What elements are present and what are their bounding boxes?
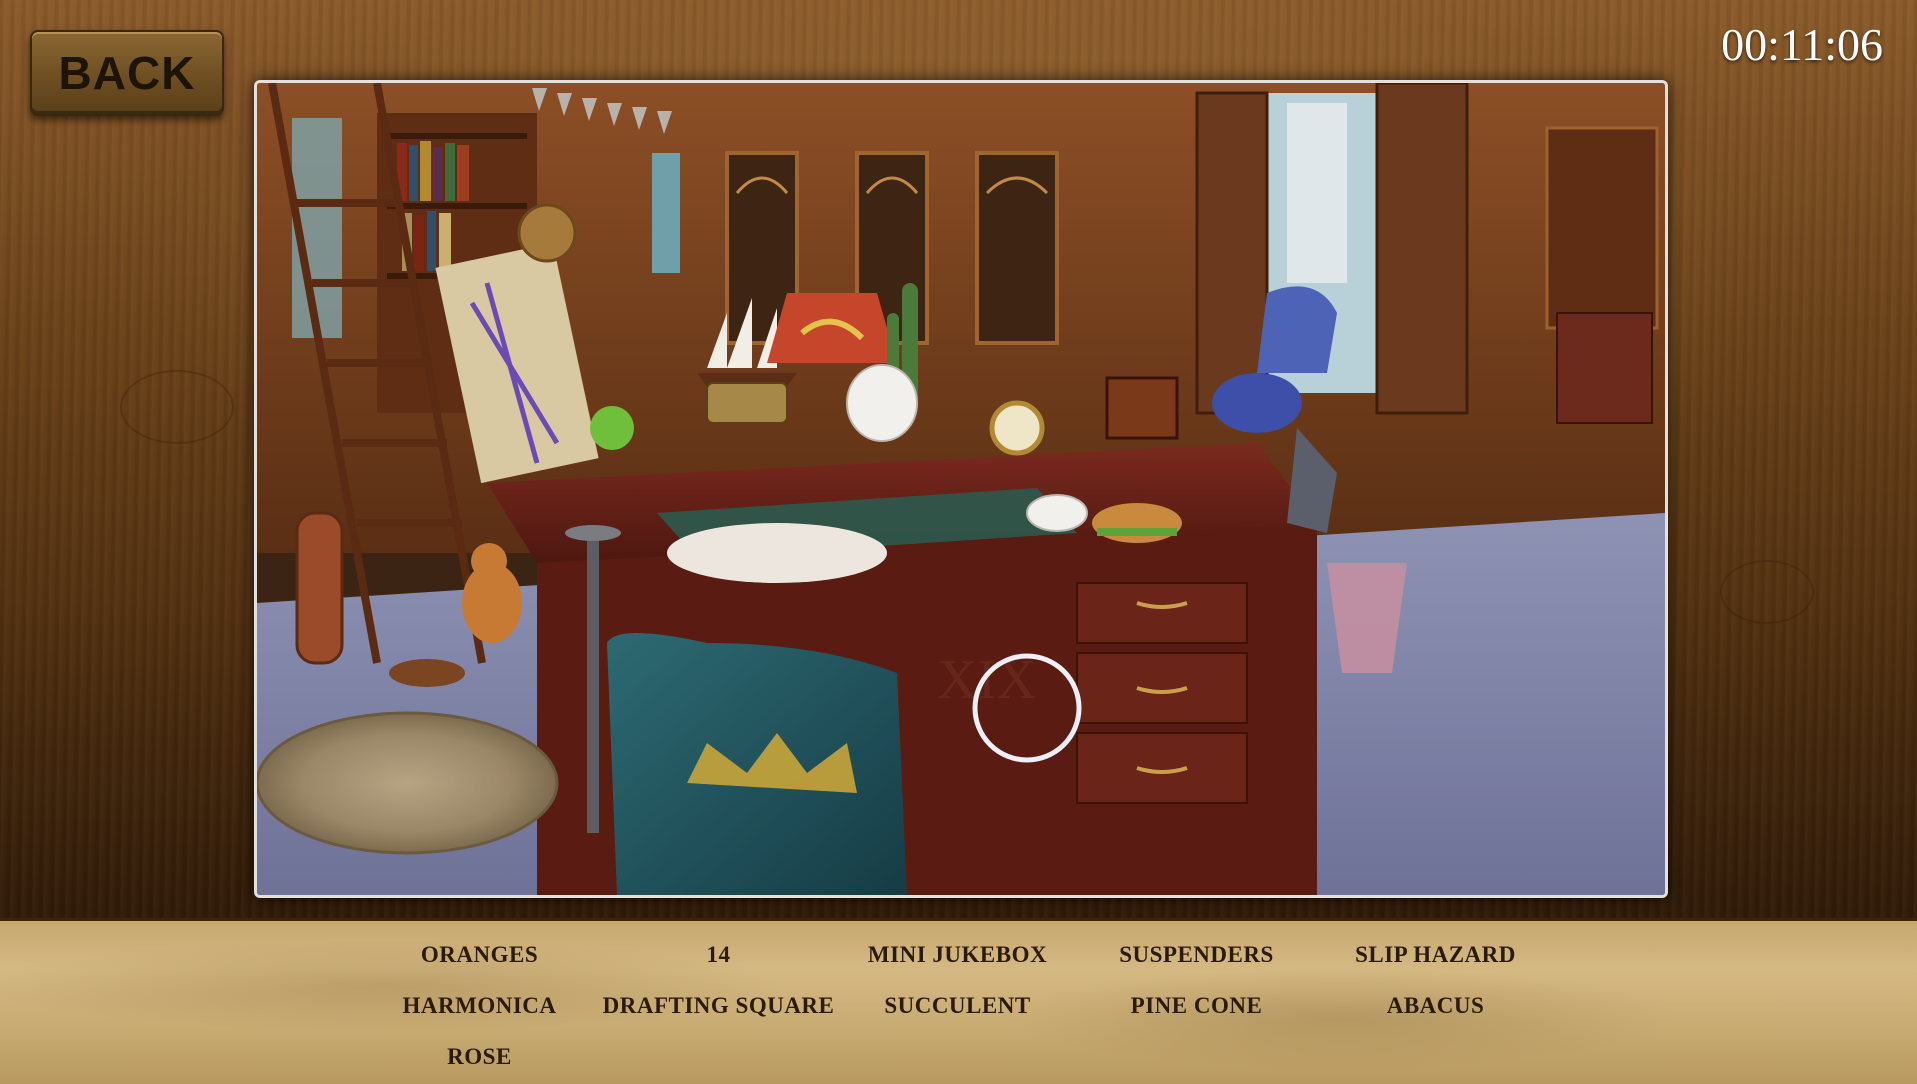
doily[interactable] bbox=[667, 523, 887, 583]
countdown-timer: 00:11:06 bbox=[1721, 19, 1883, 70]
orange-cat[interactable] bbox=[462, 543, 522, 643]
dragon-lamp[interactable] bbox=[767, 293, 897, 363]
word-item-drafting-square[interactable]: DRAFTING SQUARE bbox=[599, 990, 838, 1021]
round-rug[interactable] bbox=[257, 711, 559, 855]
right-cabinet bbox=[1545, 126, 1659, 330]
ashtray-stand[interactable] bbox=[587, 533, 599, 833]
side-dresser[interactable] bbox=[1556, 312, 1653, 424]
word-item-suspenders[interactable]: SUSPENDERS bbox=[1077, 939, 1316, 970]
sandwich[interactable] bbox=[1092, 503, 1182, 543]
scene-illustration[interactable]: XIX bbox=[257, 83, 1665, 895]
word-item-harmonica[interactable]: HARMONICA bbox=[360, 990, 599, 1021]
abacus[interactable] bbox=[1105, 376, 1179, 440]
word-item-pine-cone[interactable]: PINE CONE bbox=[1077, 990, 1316, 1021]
typewriter[interactable] bbox=[706, 382, 788, 424]
wood-knot bbox=[120, 370, 234, 444]
word-item-14[interactable]: 14 bbox=[599, 939, 838, 970]
pocket-clock[interactable] bbox=[989, 400, 1045, 456]
shoes[interactable] bbox=[389, 659, 465, 687]
word-item-oranges[interactable]: ORANGES bbox=[360, 939, 599, 970]
right-door[interactable] bbox=[1375, 83, 1469, 415]
fire-extinguisher[interactable] bbox=[295, 511, 344, 665]
word-list: ORANGES 14 MINI JUKEBOX SUSPENDERS SLIP … bbox=[360, 939, 1600, 1072]
sun-mask[interactable] bbox=[517, 203, 577, 263]
left-door[interactable] bbox=[1195, 91, 1269, 415]
word-item-mini-jukebox[interactable]: MINI JUKEBOX bbox=[838, 939, 1077, 970]
word-item-slip-hazard[interactable]: SLIP HAZARD bbox=[1316, 939, 1555, 970]
green-apple[interactable] bbox=[590, 406, 634, 450]
blue-hat[interactable] bbox=[1212, 373, 1302, 433]
back-button[interactable]: BACK bbox=[30, 30, 224, 116]
blanket-chair[interactable] bbox=[1257, 286, 1337, 373]
hidden-object-scene[interactable]: XIX bbox=[254, 80, 1668, 898]
word-item-succulent[interactable]: SUCCULENT bbox=[838, 990, 1077, 1021]
word-item-rose[interactable]: ROSE bbox=[360, 1041, 599, 1072]
teapot[interactable] bbox=[846, 364, 918, 442]
word-item-abacus[interactable]: ABACUS bbox=[1316, 990, 1555, 1021]
wood-knot bbox=[1720, 560, 1814, 624]
teacup[interactable] bbox=[1026, 494, 1088, 532]
word-list-bar: ORANGES 14 MINI JUKEBOX SUSPENDERS SLIP … bbox=[0, 918, 1917, 1084]
desk-drawers[interactable] bbox=[1076, 582, 1248, 804]
